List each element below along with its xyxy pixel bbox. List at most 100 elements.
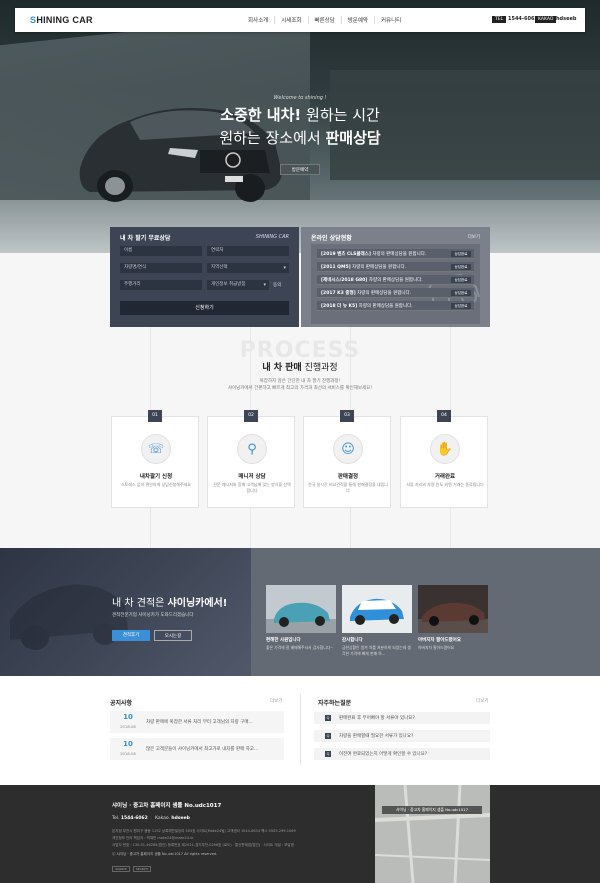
consult-form-panel: 내 차 팔기 무료상담 SHINING CAR 이름 연락처 차량명/연식 지역… [110,227,299,327]
faq-item[interactable]: Q 판매완료 후 무어빠야 할 서류야 있나요? [314,712,490,724]
map-marker-label: 샤이닝 · 중고차 홈페이지 샘플 No.udc1017 [382,806,482,814]
name-field[interactable]: 이름 [120,246,202,256]
consult-status-row[interactable]: [2011 QM5] 차량의 판매상담을 원합니다. 상담완료 [317,262,474,272]
footer-title: 샤이닝 · 중고차 홈페이지 샘플 No.udc1017 [112,803,222,809]
process-title: 내 차 판매 진행과정 [200,360,400,373]
status-car-name: [2011 QM5] [321,265,351,270]
footer-tel-label: Tel. [112,816,120,821]
notice-yearmonth: 2018.08 [120,724,136,729]
faq-item[interactable]: Q 이전여 완료되었는지 어떻게 확인할 수 있나요? [314,748,490,760]
consult-status-more-link[interactable]: 더보기 [468,234,480,240]
notice-more-link[interactable]: 더보기 [270,698,282,704]
faq-item[interactable]: Q 차량을 판매할때 필요한 서류가 있나요? [314,730,490,742]
menu-item-company[interactable]: 회사소개 [242,16,274,24]
consult-form-title: 내 차 팔기 무료상담 [120,235,171,242]
faq-more-link[interactable]: 더보기 [476,698,488,704]
review-car-photo [418,585,488,633]
notice-item[interactable]: 10 2018.08 많은 고객분들이 샤이닝카에서 최고가로 내차를 판매 하… [110,738,284,760]
site-logo[interactable]: SHINING CAR [30,15,93,25]
consult-status-row[interactable]: [2019 벤츠 CLS클래스] 차량의 판매상담을 원합니다. 상담완료 [317,249,474,259]
footer-info-line: 사업자 번호 : 130-51-46265(법인) 등록번호 제2021-경기부… [112,843,294,847]
question-icon: Q [325,733,331,739]
banner-title-rest: 내 차 견적은 [112,598,168,609]
consult-status-row[interactable]: [제네시스/2018 G80] 차량의 판매상담을 원합니다. 상담완료 [317,275,474,285]
process-description: 복잡하지 않은 간단한 내 차 팔기 진행과정! 샤이닝카에서 간편하고 빠르게 … [200,378,400,392]
hero-title-line1: 소중한 내차! 원하는 시간 [190,104,410,125]
directions-button[interactable]: 오시는길 [154,630,192,641]
status-car-name: [2019 벤츠 CLS클래스] [321,252,371,257]
region-select[interactable]: 지역선택 [207,263,289,273]
process-step-title: 내차팔기 신청 [139,474,173,480]
menu-item-community[interactable]: 커뮤니티 [374,16,407,24]
status-badge: 상담완료 [451,264,471,270]
process-step-card: ☺ 판매결정 전국 실시간 비교견적을 통해 판매결정을 내립니다 [303,416,391,508]
consult-status-row[interactable]: [2017 K3 중형] 차량의 판매상담을 원합니다. 상담완료 [317,288,474,298]
magnifier-icon: ⚲ [237,434,267,464]
consult-form-brand: SHINING CAR [255,234,289,240]
status-text: 차량의 판매상담을 원합니다. [350,265,407,270]
consult-status-text: [2017 K3 중형] 차량의 판매상담을 원합니다. [321,290,446,296]
status-text: 차량의 판매상담을 원합니다. [355,291,412,296]
faq-text: 판매완료 후 무어빠야 할 서류야 있나요? [339,716,415,721]
status-text: 차량의 판매상담을 원합니다. [357,304,413,309]
consult-status-text: [2011 QM5] 차량의 판매상담을 원합니다. [321,264,446,270]
privacy-policy-select[interactable]: 개인정보 취급방침 [207,280,269,290]
notice-title: 공지사항 [110,700,133,707]
status-text: 차량의 판매상담을 원합니다. [370,252,427,257]
consult-status-panel: 온라인 상담현황 더보기 [2019 벤츠 CLS클래스] 차량의 판매상담을 … [301,227,490,327]
banner-subtitle: 견적전문기업 샤이닝카가 도와드리겠습니다 [112,613,194,618]
footer-search-button[interactable]: SEARCH [133,866,151,872]
phone-field[interactable]: 연락처 [207,246,289,256]
consult-status-text: [2018 더 뉴 K5] 차량의 판매상담을 원합니다. [321,303,446,309]
process-step-title: 거래완료 [434,474,456,480]
notice-text: 차량 판매에 복잡한 서류 처리 부터 고객님의 차량 구매... [146,720,253,725]
consult-status-title: 온라인 상담현황 [311,235,352,242]
hero-title-rest: 원하는 시간 [301,106,380,124]
menu-item-price[interactable]: 시세조회 [274,16,307,24]
notice-text: 많은 고객분들이 샤이닝카에서 최고가로 내차를 판매 하고... [146,747,259,752]
banner-title: 내 차 견적은 샤이닝카에서! [112,594,227,609]
footer-kakao: hdseeb [171,816,190,821]
mileage-field[interactable]: 주행거리 [120,280,202,290]
notice-item[interactable]: 10 2018.08 차량 판매에 복잡한 서류 처리 부터 고객님의 차량 구… [110,711,284,733]
faq-text: 이전여 완료되었는지 어떻게 확인할 수 있나요? [339,752,428,757]
footer-info-line: 본지점 부천시 원미구 중동 1152 상록예찬빌딩여 505호 사이트(Mak… [112,829,296,833]
process-step-desc: 스토레스 없이 편안하게 상담신청해주세요 [120,482,192,487]
status-badge: 상담완료 [451,303,471,309]
menu-item-quick[interactable]: 빠른상담 [307,16,341,24]
hero-title2-rest: 원하는 장소에서 [219,129,326,147]
footer-copyright: ⓒ 샤이닝 · 중고차 홈페이지 샘플 No.udc1017 All right… [112,852,218,856]
review-card-desc: 아버지차 팔아드렸어요 [418,645,455,650]
consult-submit-button[interactable]: 신청하기 [120,301,289,315]
review-card-desc: 급한상황인 생겨 차를 처분하게 되었는데 생각한 가격에 빠게 판매 하... [342,645,411,656]
menu-item-visit[interactable]: 방문예약 [340,16,374,24]
review-button[interactable]: 견적후기 [112,630,150,641]
footer-signup-button[interactable]: SIGNUP [112,866,130,872]
process-step-card: ✋ 거래완료 서류 처리와 차량 인도 외엔 거래는 종료됩니다 [400,416,488,508]
process-title-bold: 내 차 판매 [262,363,302,373]
process-step-desc: 전문 매니저와 함께 고객님께 맞는 방식을 선택합니다 [213,482,291,493]
review-card[interactable]: 아버지차 팔아드렸어요 아버지차 팔아드렸어요 [418,585,488,670]
map-roads [375,785,490,883]
process-background [0,253,600,548]
status-badge: 상담완료 [451,290,471,296]
review-card[interactable]: 편해한 사원입니다 좋은 가격에 잘 배매해주셔서 감사합니다~ [266,585,336,670]
process-title-rest: 진행과정 [301,363,338,373]
step-number-badge: 04 [437,410,451,422]
process-step-card: ⚲ 매니저 상담 전문 매니저와 함께 고객님께 맞는 방식을 선택합니다 [207,416,295,508]
car-model-field[interactable]: 차량명/연식 [120,263,202,273]
kakao-value: hdseeb [556,16,577,22]
review-car-photo [266,585,336,633]
location-map[interactable]: 샤이닝 · 중고차 홈페이지 샘플 No.udc1017 [375,785,490,883]
people-icon: ☺ [333,434,363,464]
consult-status-row[interactable]: [2018 더 뉴 K5] 차량의 판매상담을 원합니다. 상담완료 [317,301,474,311]
agree-checkbox[interactable]: 동의 [273,282,281,288]
footer-info-line: 개인정보 관리 책임자 : 박재민 make24@make24.kr [112,836,194,840]
visit-reservation-button[interactable]: 방문예약 [280,164,320,175]
footer [0,785,600,883]
review-card[interactable]: 감사합니다 급한상황인 생겨 차를 처분하게 되었는데 생각한 가격에 빠게 판… [342,585,412,670]
section-divider [300,694,301,764]
hero-title-bold: 소중한 내차! [220,106,302,124]
page-root: Welcome to shining ! 소중한 내차! 원하는 시간 원하는 … [0,0,600,883]
process-desc-line2: 샤이닝카에서 간편하고 빠르게 최고의 가격과 최선의 서비스를 확인해보세요! [227,386,373,391]
